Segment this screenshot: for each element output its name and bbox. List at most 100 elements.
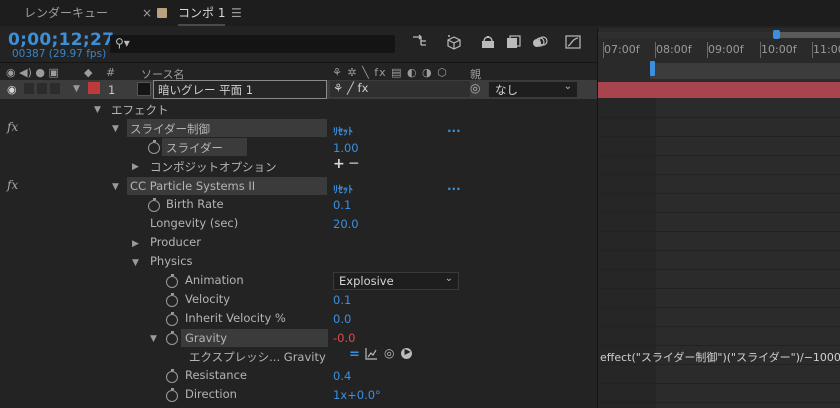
ccp-effect-name: CC Particle Systems II [130, 179, 256, 193]
layer-name-field[interactable]: 暗いグレー 平面 1 [153, 80, 327, 99]
ruler-tick [760, 42, 761, 58]
birth-rate-value[interactable]: 0.1 [333, 198, 351, 212]
fx-icon[interactable]: fx [7, 178, 18, 192]
effect-options-link[interactable]: ... [447, 179, 461, 193]
parent-dropdown[interactable]: なし ⌄ [488, 81, 578, 98]
tab-close-icon[interactable]: × [142, 6, 152, 20]
longevity-label: Longevity (sec) [150, 216, 239, 230]
stopwatch-icon[interactable] [148, 140, 160, 154]
compositing-options-label: コンポジットオプション [150, 160, 277, 174]
navigator-handle[interactable] [773, 30, 780, 39]
frame-blending-icon[interactable] [503, 34, 525, 54]
timeline-row-line [598, 231, 840, 232]
property-name-box[interactable]: スライダー [162, 138, 247, 156]
tab-menu-icon[interactable]: ☰ [231, 6, 242, 20]
expand-effect-icon[interactable]: ▼ [112, 182, 119, 192]
ruler-label: 07:00f [604, 43, 640, 56]
stopwatch-icon[interactable] [166, 312, 178, 326]
expression-label: エクスプレッシ... Gravity [189, 350, 326, 364]
effect-name-box[interactable]: CC Particle Systems II [127, 177, 327, 195]
motion-blur-icon[interactable] [529, 34, 551, 54]
comp-swatch-icon [157, 8, 167, 18]
column-index: # [106, 66, 116, 79]
layer-label-color[interactable] [88, 82, 100, 94]
effect-reset-link[interactable]: ﾘｾｯﾄ [333, 181, 353, 196]
comp-flowchart-icon[interactable] [409, 34, 431, 54]
panel-tab-bar [0, 0, 840, 26]
pick-whip-icon[interactable]: ◎ [470, 81, 480, 95]
longevity-value[interactable]: 20.0 [333, 217, 359, 231]
work-area-start-handle[interactable] [650, 61, 655, 76]
timeline-row-line [598, 212, 840, 213]
audio-icon: ◀) [19, 66, 32, 79]
property-name-box[interactable]: Gravity [181, 329, 328, 347]
lock-icon: ▣ [48, 66, 59, 79]
velocity-value[interactable]: 0.1 [333, 293, 351, 307]
audio-switch[interactable] [24, 83, 34, 94]
direction-value[interactable]: 1x+0.0° [333, 388, 381, 402]
animation-label: Animation [185, 273, 244, 287]
draft-3d-icon[interactable] [443, 34, 465, 54]
work-area-bar[interactable] [650, 63, 840, 79]
graph-editor-icon[interactable] [562, 34, 584, 54]
expand-layer-icon[interactable]: ▼ [73, 84, 80, 94]
stopwatch-icon[interactable] [166, 369, 178, 383]
av-switch-icons[interactable]: ◉ ◀) ● ▣ [6, 66, 59, 79]
effect-options-link[interactable]: ... [447, 121, 461, 135]
solo-icon: ● [35, 66, 45, 79]
shy-layers-icon[interactable] [477, 34, 499, 54]
layer-search-input[interactable]: ⚲▾ [110, 35, 395, 53]
time-navigator-range[interactable] [775, 32, 840, 38]
stopwatch-icon[interactable] [166, 388, 178, 402]
ruler-tick [603, 42, 604, 58]
current-time-display[interactable]: 0;00;12;27 [8, 30, 114, 50]
ruler-label: 08:00f [656, 43, 692, 56]
lock-switch[interactable] [50, 83, 60, 94]
layer-name: 暗いグレー 平面 1 [158, 83, 254, 97]
frame-count-display: 00387 (29.97 fps) [12, 48, 107, 60]
layer-switches[interactable]: ⚘ ╱ fx [330, 81, 470, 97]
gravity-value[interactable]: -0.0 [333, 331, 355, 345]
stopwatch-icon[interactable] [166, 274, 178, 288]
label-tag-icon[interactable]: ◆ [84, 66, 92, 79]
expand-effect-icon[interactable]: ▼ [112, 124, 119, 134]
expand-effects-icon[interactable]: ▼ [94, 105, 101, 115]
animation-dropdown[interactable]: Explosive ⌄ [333, 272, 459, 290]
expression-enable-icon[interactable]: = [349, 347, 360, 362]
chevron-down-icon: ⌄ [563, 81, 572, 92]
slider-value[interactable]: 1.00 [333, 141, 359, 155]
ruler-label: 10:00f [761, 43, 797, 56]
ruler-tick [812, 42, 813, 58]
layer-switch-icons: ⚘ ╱ fx [333, 81, 369, 95]
timeline-row-line [598, 136, 840, 137]
tab-comp-1[interactable]: コンポ 1 [178, 0, 226, 26]
stopwatch-icon[interactable] [166, 331, 178, 345]
expression-language-menu-icon[interactable]: ▶ [401, 347, 412, 359]
stopwatch-icon[interactable] [166, 293, 178, 307]
expand-producer-icon[interactable]: ▶ [132, 239, 139, 249]
expand-gravity-icon[interactable]: ▼ [150, 334, 157, 344]
visibility-eye-icon[interactable]: ◉ [7, 83, 17, 96]
effect-name-box[interactable]: スライダー制御 [127, 119, 327, 137]
expression-graph-icon[interactable] [365, 347, 378, 363]
inherit-velocity-label: Inherit Velocity % [185, 311, 286, 325]
solo-switch[interactable] [37, 83, 47, 94]
stopwatch-icon[interactable] [148, 198, 160, 212]
add-remove-mask-icon[interactable]: + ─ [333, 156, 358, 172]
expand-physics-icon[interactable]: ▼ [132, 258, 139, 268]
fx-icon[interactable]: fx [7, 120, 18, 134]
velocity-label: Velocity [185, 292, 231, 306]
effect-reset-link[interactable]: ﾘｾｯﾄ [333, 123, 353, 138]
resistance-value[interactable]: 0.4 [333, 369, 351, 383]
tab-render-queue[interactable]: レンダーキュー [24, 0, 108, 26]
expression-text[interactable]: effect("スライダー制御")("スライダー")/−1000 [600, 349, 840, 365]
column-switches-icons[interactable]: ⚘ ✲ ╲ fx ▤ ◐ ◑ ⬡ [332, 66, 448, 79]
parent-value: なし [495, 83, 518, 97]
expression-pickwhip-icon[interactable]: ◎ [384, 346, 394, 360]
chevron-down-icon: ⌄ [444, 273, 453, 284]
producer-label: Producer [150, 235, 201, 249]
inherit-velocity-value[interactable]: 0.0 [333, 312, 351, 326]
layer-duration-bar[interactable] [598, 82, 840, 98]
expand-compositing-icon[interactable]: ▶ [132, 162, 139, 172]
solid-thumbnail-icon [137, 82, 151, 96]
